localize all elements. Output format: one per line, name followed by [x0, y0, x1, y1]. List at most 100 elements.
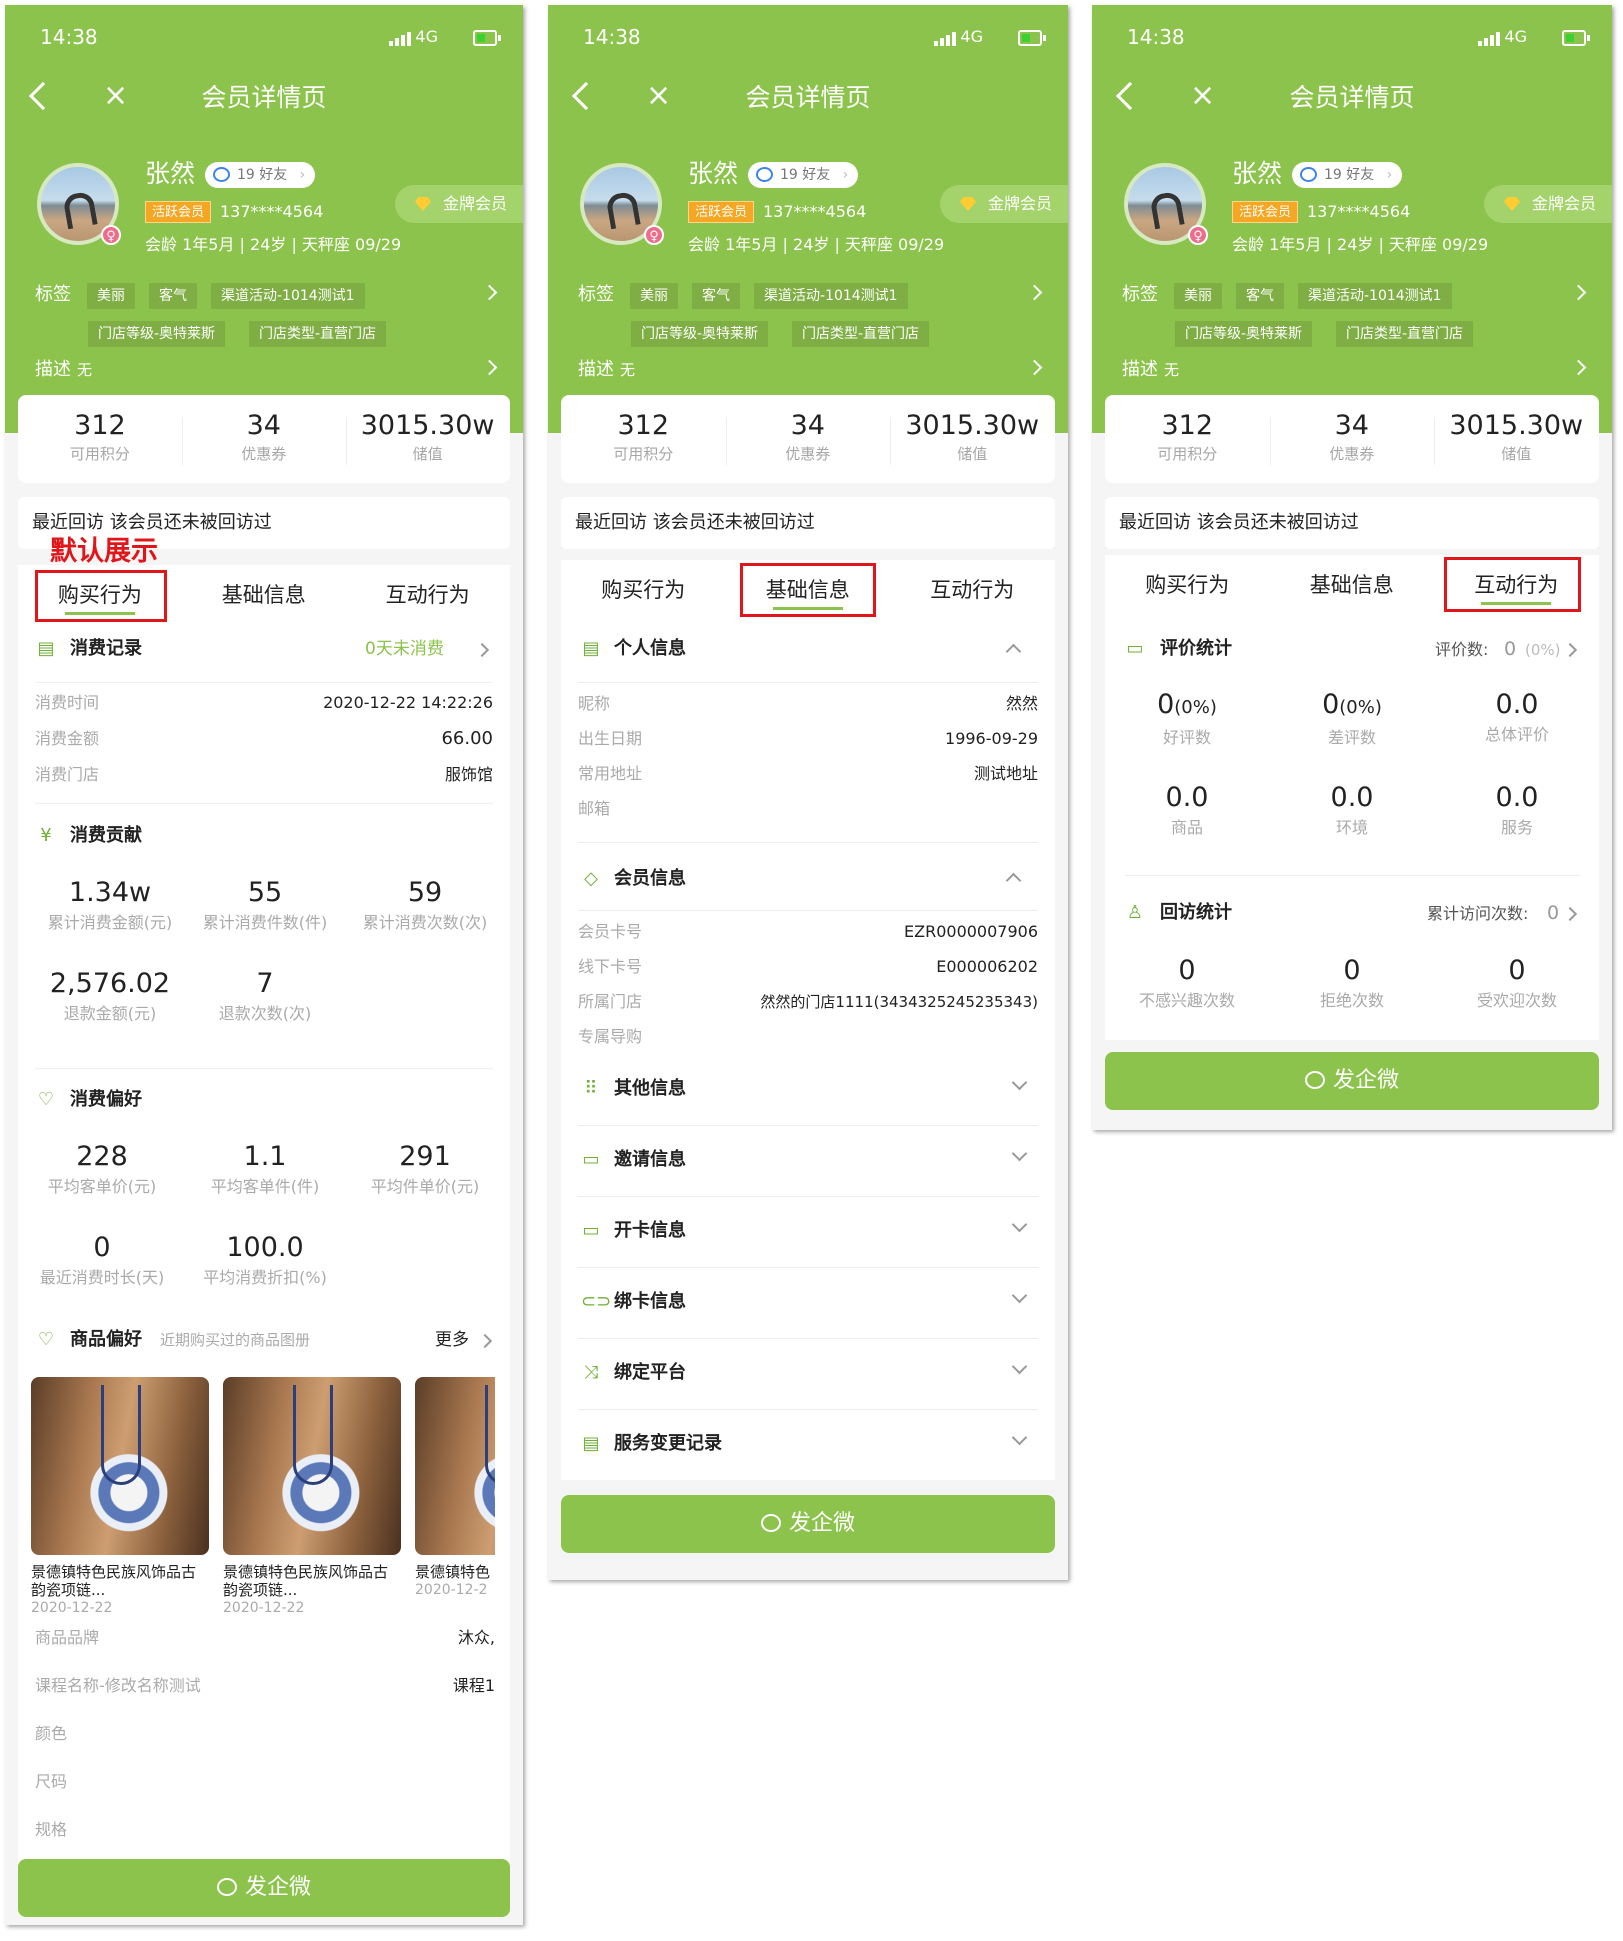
- stat-coupons[interactable]: 34 优惠券: [182, 409, 346, 465]
- stat-points[interactable]: 312 可用积分: [561, 409, 726, 465]
- friends-pill[interactable]: 19 好友 ›: [748, 162, 859, 188]
- desc-row: 描述无: [35, 359, 93, 380]
- nav-bar: × 会员详情页: [1092, 70, 1612, 130]
- kv-label: 邮箱: [578, 799, 611, 818]
- gold-member-badge: 金牌会员: [939, 185, 1068, 223]
- metric: 0.0 环境: [1330, 782, 1374, 837]
- friends-pill[interactable]: 19 好友 ›: [205, 162, 316, 188]
- friends-pill[interactable]: 19 好友 ›: [1292, 162, 1403, 188]
- metric: 0 不感兴趣次数: [1138, 955, 1235, 1010]
- diamond-icon: ◇: [584, 868, 598, 889]
- stat-balance[interactable]: 3015.30w 储值: [1434, 409, 1599, 465]
- metric: 59 累计消费次数(次): [362, 877, 488, 932]
- pref-title: 消费偏好: [70, 1089, 142, 1110]
- kv-value: E000006202: [936, 957, 1038, 976]
- recent-visit: 最近回访 该会员还未被回访过: [1105, 497, 1599, 549]
- attr-label: 商品品牌: [35, 1628, 100, 1647]
- desc-row: 描述无: [1122, 359, 1180, 380]
- chevron-down-icon: [1011, 1287, 1028, 1304]
- stat-coupons[interactable]: 34 优惠券: [726, 409, 891, 465]
- goods-title: 商品偏好: [70, 1329, 142, 1350]
- section-open-card-info[interactable]: ▭ 开卡信息: [561, 1197, 1055, 1267]
- tags-label: 标签: [35, 284, 71, 305]
- member-phone: 137****4564: [1307, 202, 1411, 221]
- tab-purchase[interactable]: 购买行为: [1105, 555, 1270, 615]
- stat-coupons[interactable]: 34 优惠券: [1270, 409, 1435, 465]
- tab-purchase[interactable]: 购买行为: [561, 560, 726, 620]
- kv-value: 66.00: [441, 728, 493, 749]
- desc-row: 描述无: [578, 359, 636, 380]
- member-phone: 137****4564: [763, 202, 867, 221]
- stat-balance[interactable]: 3015.30w 储值: [890, 409, 1055, 465]
- id-card-icon: ▤: [582, 638, 600, 659]
- network-type: 4G: [415, 27, 438, 46]
- attr-label: 规格: [35, 1820, 68, 1839]
- metric: 0(0%) 差评数: [1322, 689, 1382, 747]
- stat-balance[interactable]: 3015.30w 储值: [346, 409, 510, 465]
- diamond-icon: [959, 197, 976, 211]
- signal-icon: [389, 32, 413, 46]
- stats-card: 312 可用积分 34 优惠券 3015.30w 储值: [561, 395, 1055, 483]
- status-bar: 14:38 4G: [1092, 5, 1612, 65]
- send-wecom-button[interactable]: 发企微: [561, 1495, 1055, 1553]
- stats-card: 312 可用积分 34 优惠券 3015.30w 储值: [18, 395, 510, 483]
- female-icon: ♀: [644, 225, 664, 245]
- tag: 美丽: [1174, 283, 1222, 309]
- tag: 门店等级-奥特莱斯: [631, 321, 769, 347]
- section-service-change-log[interactable]: ▤ 服务变更记录: [561, 1410, 1055, 1480]
- page-title: 会员详情页: [1289, 83, 1415, 112]
- kv-value: 测试地址: [973, 764, 1038, 783]
- metric: 1.34w 累计消费金额(元): [47, 877, 173, 932]
- section-bind-card-info[interactable]: ⊂⊃ 绑卡信息: [561, 1268, 1055, 1338]
- more-link[interactable]: 更多: [435, 1327, 469, 1353]
- signal-icon: [1478, 32, 1502, 46]
- tab-basic[interactable]: 基础信息: [1270, 555, 1435, 615]
- stat-points[interactable]: 312 可用积分: [1105, 409, 1270, 465]
- metric: 0 拒绝次数: [1319, 955, 1384, 1010]
- metric: 100.0 平均消费折扣(%): [203, 1232, 327, 1287]
- receipt-icon: ▤: [37, 638, 55, 659]
- level-badge: 活跃会员: [145, 201, 212, 223]
- section-other-info[interactable]: ⠿ 其他信息: [561, 1055, 1055, 1125]
- section-invite-info[interactable]: ▭ 邀请信息: [561, 1126, 1055, 1196]
- eval-count-label: 评价数:: [1435, 640, 1489, 659]
- member-meta: 会龄 1年5月 | 24岁 | 天秤座 09/29: [145, 235, 402, 254]
- chevron-down-icon: [1011, 1074, 1028, 1091]
- send-wecom-button[interactable]: 发企微: [18, 1859, 510, 1917]
- metric: 7 退款次数(次): [218, 968, 312, 1023]
- female-icon: ♀: [101, 225, 121, 245]
- metric: 0 受欢迎次数: [1476, 955, 1557, 1010]
- tab-basic[interactable]: 基础信息: [182, 565, 346, 625]
- stats-card: 312 可用积分 34 优惠券 3015.30w 储值: [1105, 395, 1599, 483]
- tag: 客气: [149, 283, 197, 309]
- tab-interact[interactable]: 互动行为: [890, 560, 1055, 620]
- chevron-down-icon: [1011, 1358, 1028, 1375]
- chat-icon: [756, 167, 773, 182]
- contrib-title: 消费贡献: [70, 825, 142, 846]
- level-badge: 活跃会员: [1232, 201, 1299, 223]
- tab-interact[interactable]: 互动行为: [346, 565, 510, 625]
- eval-count: 0: [1504, 638, 1517, 660]
- screen-interaction-behavior: 14:38 4G × 会员详情页 ♀ 张然 19 好友 › 活跃会员 137***…: [1092, 5, 1612, 1130]
- page-title: 会员详情页: [745, 83, 871, 112]
- kv-label: 会员卡号: [578, 922, 643, 941]
- status-time: 14:38: [1127, 25, 1185, 49]
- stat-points[interactable]: 312 可用积分: [18, 409, 182, 465]
- screen-basic-info: 14:38 4G × 会员详情页 ♀ 张然 19 好友 › 活跃会员 137***…: [548, 5, 1068, 1580]
- kv-label: 昵称: [578, 694, 611, 713]
- section-bound-platform[interactable]: ⤨ 绑定平台: [561, 1339, 1055, 1409]
- member-info-title: 会员信息: [614, 868, 686, 889]
- comment-icon: ▭: [1126, 638, 1144, 659]
- metric: 0 最近消费时长(天): [39, 1232, 165, 1287]
- send-wecom-button[interactable]: 发企微: [1105, 1052, 1599, 1110]
- nav-bar: × 会员详情页: [5, 70, 523, 130]
- eval-pct: (0%): [1525, 641, 1561, 659]
- tag: 门店等级-奥特莱斯: [88, 321, 226, 347]
- chat-icon: [216, 1878, 237, 1896]
- gold-member-badge: 金牌会员: [394, 185, 523, 223]
- list-icon: ▤: [582, 1433, 600, 1454]
- member-meta: 会龄 1年5月 | 24岁 | 天秤座 09/29: [1232, 235, 1489, 254]
- metric: 0.0 服务: [1495, 782, 1539, 837]
- page-title: 会员详情页: [201, 83, 327, 112]
- heart-icon: ♡: [37, 1329, 55, 1350]
